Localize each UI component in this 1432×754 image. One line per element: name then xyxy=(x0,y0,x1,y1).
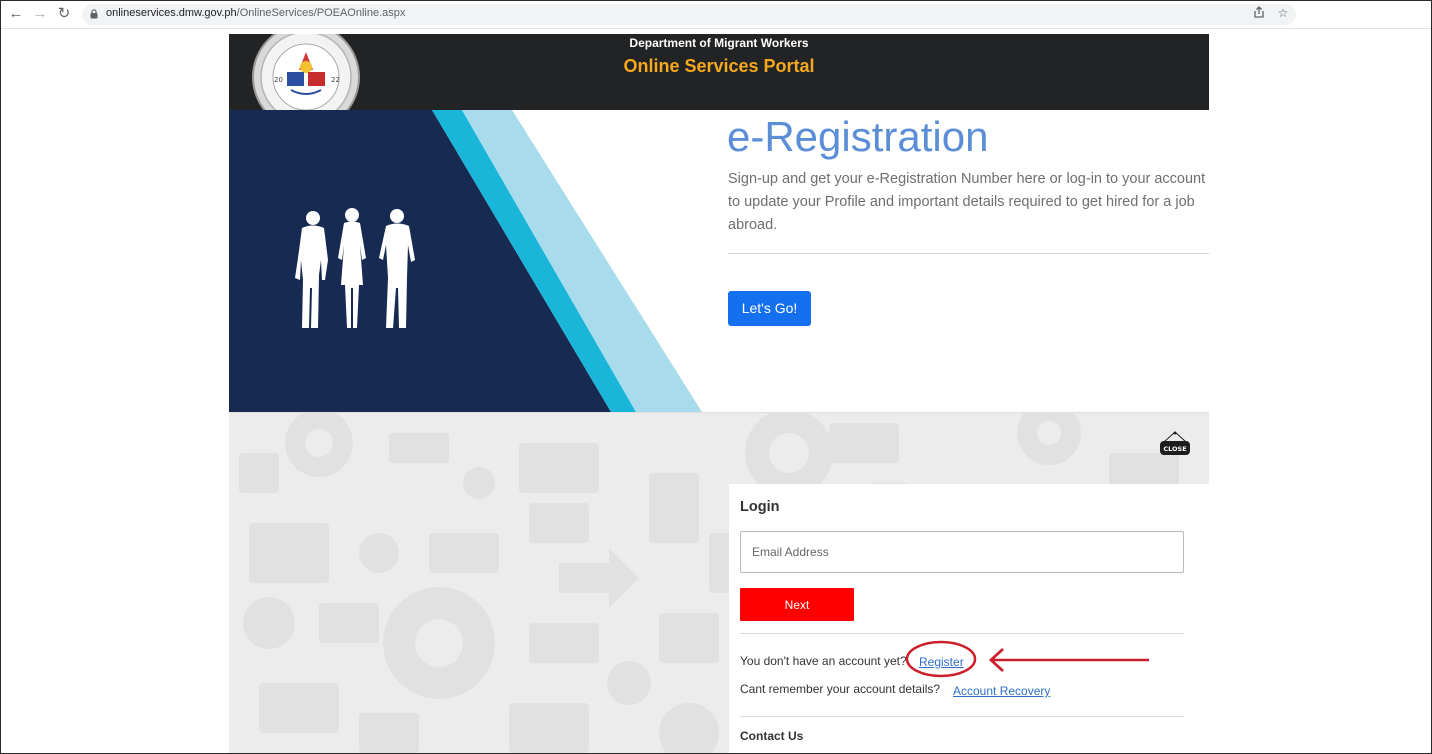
account-recovery-link[interactable]: Account Recovery xyxy=(953,684,1050,698)
hero-title: e-Registration xyxy=(727,113,989,160)
reload-icon[interactable]: ↻ xyxy=(54,4,74,24)
url-host: onlineservices.dmw.gov.ph xyxy=(106,7,237,19)
browser-toolbar: ← → ↻ onlineservices.dmw.gov.ph/OnlineSe… xyxy=(1,1,1431,29)
contact-heading: Contact Us xyxy=(740,729,804,743)
bookmark-star-icon[interactable]: ☆ xyxy=(1275,5,1291,21)
address-bar[interactable]: onlineservices.dmw.gov.ph/OnlineServices… xyxy=(82,4,1296,25)
register-highlight-circle xyxy=(905,640,977,678)
hero-description: Sign-up and get your e-Registration Numb… xyxy=(728,171,1206,233)
url-text[interactable]: onlineservices.dmw.gov.ph/OnlineServices… xyxy=(106,7,405,19)
forward-arrow-icon[interactable]: → xyxy=(30,4,50,24)
annotation-overlay xyxy=(905,640,1149,678)
seal-year-left: 20 xyxy=(274,76,283,84)
lets-go-button[interactable]: Let's Go! xyxy=(728,291,811,326)
email-field[interactable] xyxy=(740,531,1184,573)
no-account-text: You don't have an account yet? xyxy=(740,654,907,668)
portal-title: Online Services Portal xyxy=(623,56,815,76)
screenshot-frame: ← → ↻ onlineservices.dmw.gov.ph/OnlineSe… xyxy=(0,0,1432,754)
login-heading: Login xyxy=(740,499,780,515)
next-button[interactable]: Next xyxy=(740,588,854,621)
seal-year-right: 22 xyxy=(331,76,340,84)
department-name: Department of Migrant Workers xyxy=(629,36,809,50)
share-icon[interactable] xyxy=(1251,5,1267,21)
share-icon-glyph xyxy=(1254,6,1264,18)
cant-remember-text: Cant remember your account details? xyxy=(740,682,941,696)
hero-divider xyxy=(728,253,1209,254)
contact-divider xyxy=(740,716,1184,717)
lock-icon xyxy=(90,9,98,19)
login-divider xyxy=(740,633,1184,634)
portal-header: 20 22 Department of Migrant Workers Onli… xyxy=(229,34,1209,110)
close-label: CLOSE xyxy=(1163,445,1186,453)
hero-banner-graphic xyxy=(229,110,709,412)
back-arrow-icon[interactable]: ← xyxy=(6,4,26,24)
url-path: /OnlineServices/POEAOnline.aspx xyxy=(236,7,406,19)
close-sign-button[interactable]: CLOSE xyxy=(1158,431,1192,457)
